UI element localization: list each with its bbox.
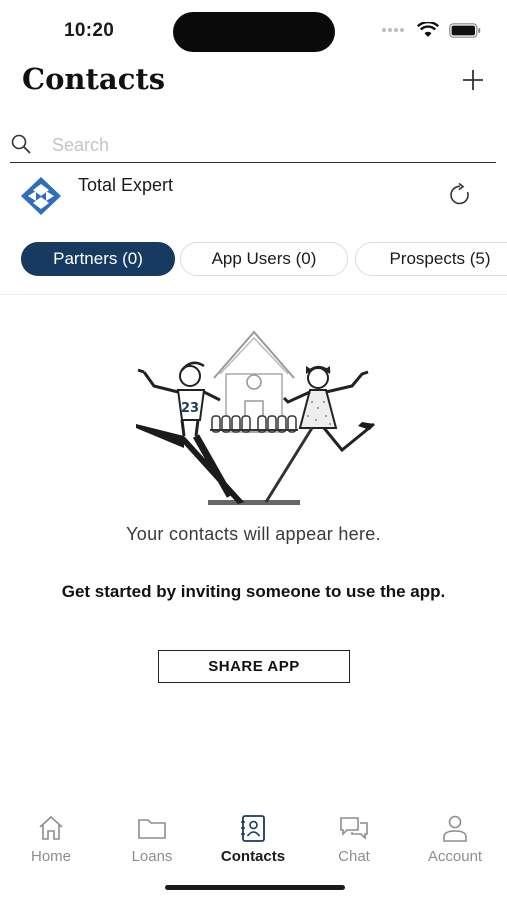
tab-bar-label: Loans (131, 848, 173, 865)
tab-label: App Users (0) (211, 249, 317, 268)
tab-bar-chat[interactable]: Chat (309, 814, 399, 865)
tab-label: Prospects (5) (389, 249, 491, 268)
status-icons (381, 22, 481, 38)
person-icon (443, 815, 467, 842)
share-app-label: SHARE APP (208, 658, 300, 675)
share-app-button[interactable]: SHARE APP (158, 650, 350, 683)
home-icon (39, 815, 63, 840)
tab-bar-home[interactable]: Home (6, 814, 96, 865)
total-expert-logo (21, 177, 61, 215)
empty-state-message: Your contacts will appear here. (126, 524, 381, 544)
cellular-signal-icon (382, 28, 404, 32)
tab-bar-label: Chat (338, 848, 370, 865)
folder-icon (138, 819, 166, 839)
battery-icon (449, 22, 481, 38)
empty-state-cta: Get started by inviting someone to use t… (61, 582, 446, 601)
tab-bar-loans[interactable]: Loans (107, 814, 197, 865)
refresh-icon[interactable] (447, 182, 473, 208)
tab-bar-account[interactable]: Account (410, 814, 500, 865)
status-time: 10:20 (64, 20, 115, 41)
tab-label: Partners (0) (53, 249, 143, 268)
jersey-number: 23 (181, 401, 199, 416)
tab-app-users[interactable]: App Users (0) (180, 242, 348, 276)
search-bar (10, 126, 496, 163)
search-icon (11, 134, 31, 154)
page-title: Contacts (22, 62, 166, 96)
empty-contacts-illustration: 23 (136, 330, 375, 505)
search-input[interactable] (50, 130, 474, 160)
add-contact-button[interactable] (459, 66, 487, 94)
bottom-tab-bar: Home Loans Contacts Chat Account (0, 814, 507, 874)
section-divider (0, 294, 507, 295)
home-indicator (165, 885, 345, 890)
tab-prospects[interactable]: Prospects (5) (355, 242, 507, 276)
contact-filter-tabs: Partners (0) App Users (0) Prospects (5) (0, 242, 507, 278)
tab-bar-contacts[interactable]: Contacts (208, 814, 298, 865)
tab-bar-label: Home (30, 848, 71, 865)
tab-bar-label: Contacts (220, 848, 286, 865)
wifi-icon (417, 22, 439, 37)
chat-bubbles-icon (340, 817, 368, 840)
contacts-book-icon (241, 815, 265, 842)
tab-bar-label: Account (427, 848, 483, 865)
tab-partners[interactable]: Partners (0) (21, 242, 175, 276)
dynamic-island (173, 12, 335, 52)
organization-name: Total Expert (78, 175, 174, 195)
